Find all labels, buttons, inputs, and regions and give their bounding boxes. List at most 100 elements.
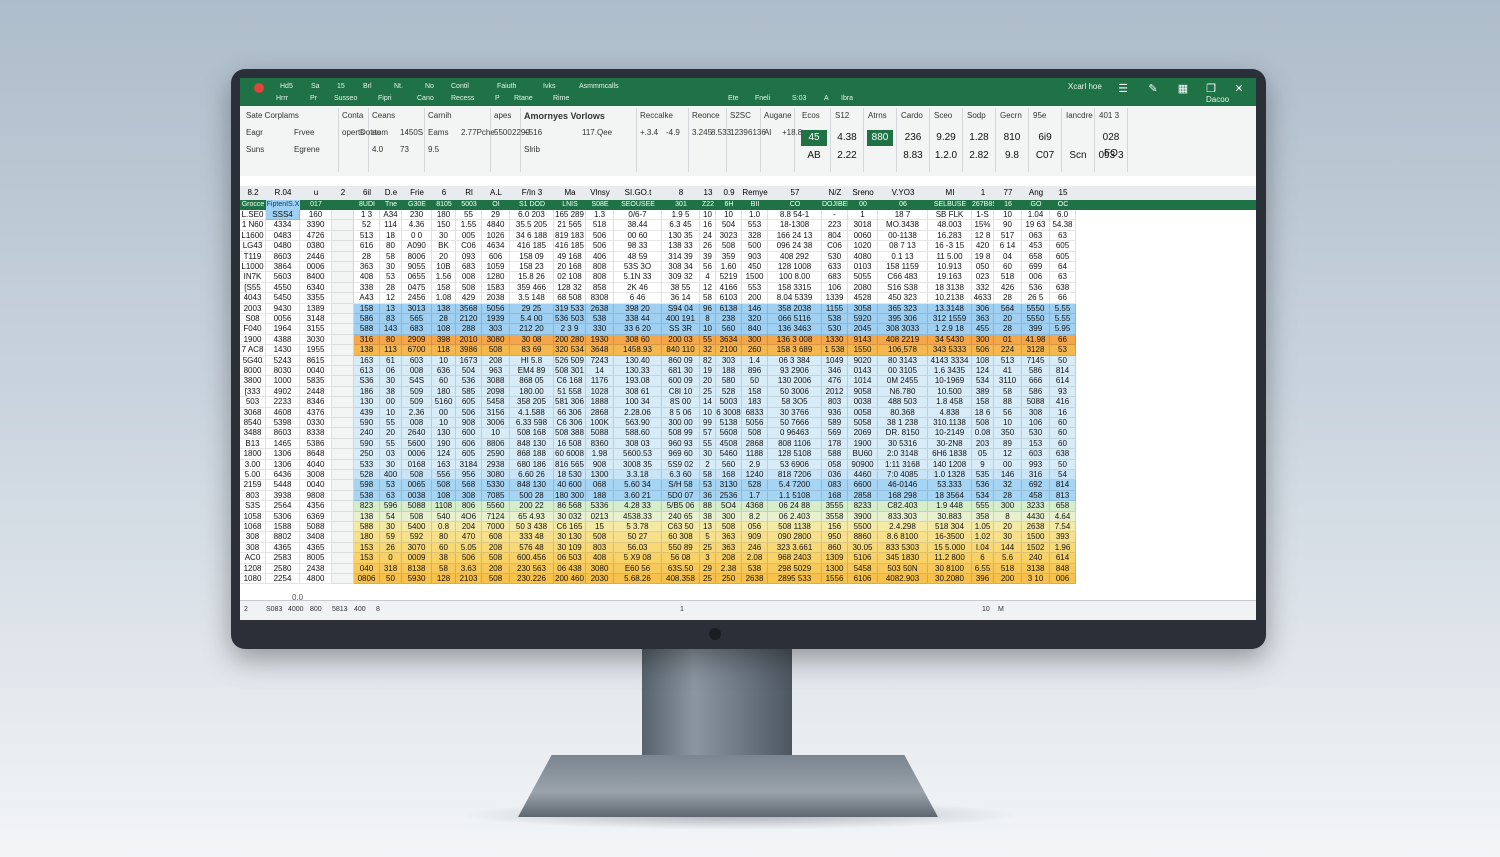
table-cell[interactable]: 5608: [716, 428, 742, 439]
table-cell[interactable]: 212 20: [510, 324, 554, 335]
ribbon-command[interactable]: Slrib: [524, 145, 540, 154]
table-cell[interactable]: 2.4.298: [878, 522, 928, 533]
table-cell[interactable]: 3864: [266, 262, 300, 273]
table-cell[interactable]: 600: [456, 428, 482, 439]
table-cell[interactable]: 138: [432, 303, 456, 314]
table-cell[interactable]: [332, 262, 354, 273]
table-cell[interactable]: 3156: [482, 407, 510, 418]
table-cell[interactable]: [332, 386, 354, 398]
table-cell[interactable]: 096 24 38: [768, 241, 822, 252]
table-cell[interactable]: BU60: [848, 449, 878, 460]
table-cell[interactable]: 3800: [240, 376, 266, 387]
table-cell[interactable]: 8603: [266, 428, 300, 439]
table-cell[interactable]: 3018: [848, 220, 878, 231]
table-cell[interactable]: 568: [456, 480, 482, 491]
table-cell[interactable]: 1500: [1022, 532, 1050, 543]
table-cell[interactable]: 203: [972, 438, 994, 450]
table-cell[interactable]: 1330: [822, 334, 848, 346]
menu-item[interactable]: Contil: [451, 83, 469, 90]
ribbon-command[interactable]: Frvee: [294, 128, 314, 137]
table-cell[interactable]: 439: [354, 407, 380, 418]
table-cell[interactable]: 508: [482, 553, 510, 564]
table-cell[interactable]: 008: [402, 366, 432, 377]
table-cell[interactable]: 18 7: [878, 210, 928, 221]
table-cell[interactable]: 4.838: [928, 407, 972, 418]
column-header[interactable]: 0.9: [716, 186, 742, 200]
table-cell[interactable]: 960 93: [662, 438, 700, 450]
table-cell[interactable]: 10B: [432, 262, 456, 273]
table-cell[interactable]: 903: [742, 251, 768, 262]
table-cell[interactable]: 508: [716, 241, 742, 252]
table-cell[interactable]: 136 3463: [768, 324, 822, 335]
table-cell[interactable]: 240: [1022, 553, 1050, 564]
table-cell[interactable]: 38: [700, 511, 716, 522]
table-cell[interactable]: 596: [380, 501, 402, 512]
column-header[interactable]: 77: [994, 186, 1022, 200]
table-cell[interactable]: 10: [716, 210, 742, 221]
table-cell[interactable]: 4608: [266, 407, 300, 418]
table-cell[interactable]: 538: [586, 314, 614, 325]
column-header[interactable]: V.YO3: [878, 186, 928, 200]
table-cell[interactable]: 4O6: [456, 511, 482, 522]
menu-item[interactable]: Faiuth: [497, 83, 516, 90]
column-header[interactable]: R.04: [266, 186, 300, 200]
table-cell[interactable]: 3148: [300, 314, 332, 325]
column-header[interactable]: N/Z: [822, 186, 848, 200]
table-cell[interactable]: 310.1138: [928, 418, 972, 429]
table-cell[interactable]: 2583: [266, 553, 300, 564]
table-cell[interactable]: 0.1 13: [878, 251, 928, 262]
table-cell[interactable]: 585: [456, 386, 482, 398]
table-cell[interactable]: 3634: [716, 334, 742, 346]
style-cell-value[interactable]: 8.83: [900, 148, 926, 164]
table-cell[interactable]: 303: [716, 355, 742, 366]
table-cell[interactable]: 586: [1022, 366, 1050, 377]
table-cell[interactable]: 50 7666: [768, 418, 822, 429]
table-cell[interactable]: 2045: [848, 324, 878, 335]
table-cell[interactable]: 534: [972, 490, 994, 502]
table-cell[interactable]: 4.1.588: [510, 407, 554, 418]
table-cell[interactable]: 30.05: [848, 542, 878, 554]
table-cell[interactable]: 4508: [716, 438, 742, 450]
table-cell[interactable]: 338 44: [614, 314, 662, 325]
table-cell[interactable]: 343 5333: [928, 345, 972, 356]
table-cell[interactable]: 240: [354, 428, 380, 439]
table-cell[interactable]: 5055: [848, 272, 878, 283]
table-cell[interactable]: 48.003: [928, 220, 972, 231]
table-cell[interactable]: 590: [354, 438, 380, 450]
table-cell[interactable]: 476: [822, 376, 848, 387]
table-cell[interactable]: 56: [700, 262, 716, 273]
table-cell[interactable]: 2938: [482, 459, 510, 470]
table-cell[interactable]: 60: [994, 262, 1022, 273]
table-cell[interactable]: 4040: [300, 459, 332, 470]
table-cell[interactable]: 25: [700, 542, 716, 554]
ribbon-group-title[interactable]: Carnih: [428, 111, 452, 120]
table-cell[interactable]: 345 1830: [878, 553, 928, 564]
quick-item[interactable]: Ibra: [841, 95, 853, 102]
table-cell[interactable]: 1556: [822, 574, 848, 585]
table-cell[interactable]: 59: [380, 532, 402, 543]
table-cell[interactable]: 968 2403: [768, 553, 822, 564]
table-cell[interactable]: 1306: [266, 449, 300, 460]
ribbon-group-title[interactable]: Amornyes Vorlows: [524, 111, 605, 121]
table-cell[interactable]: 588.60: [614, 428, 662, 439]
column-header[interactable]: 8.2: [240, 186, 266, 200]
table-cell[interactable]: 30: [700, 449, 716, 460]
table-cell[interactable]: 190: [432, 438, 456, 450]
ribbon-command[interactable]: 3.245: [692, 128, 712, 137]
table-cell[interactable]: 6 3008: [716, 407, 742, 418]
table-cell[interactable]: 41.98: [1022, 334, 1050, 346]
table-cell[interactable]: 658: [1050, 501, 1076, 512]
table-cell[interactable]: 503 50N: [878, 563, 928, 574]
menu-tab[interactable]: Rime: [553, 95, 569, 102]
table-cell[interactable]: 508: [586, 532, 614, 543]
table-cell[interactable]: 1.4: [742, 355, 768, 366]
table-cell[interactable]: 3030: [300, 334, 332, 346]
ribbon-command[interactable]: +516: [524, 128, 542, 137]
table-cell[interactable]: 1465: [266, 438, 300, 450]
table-cell[interactable]: 536: [1022, 282, 1050, 294]
table-cell[interactable]: 19 63: [1022, 220, 1050, 231]
table-cell[interactable]: 3.5 148: [510, 293, 554, 304]
table-cell[interactable]: 58: [994, 386, 1022, 398]
table-cell[interactable]: 5460: [716, 449, 742, 460]
table-cell[interactable]: 1550: [848, 345, 878, 356]
